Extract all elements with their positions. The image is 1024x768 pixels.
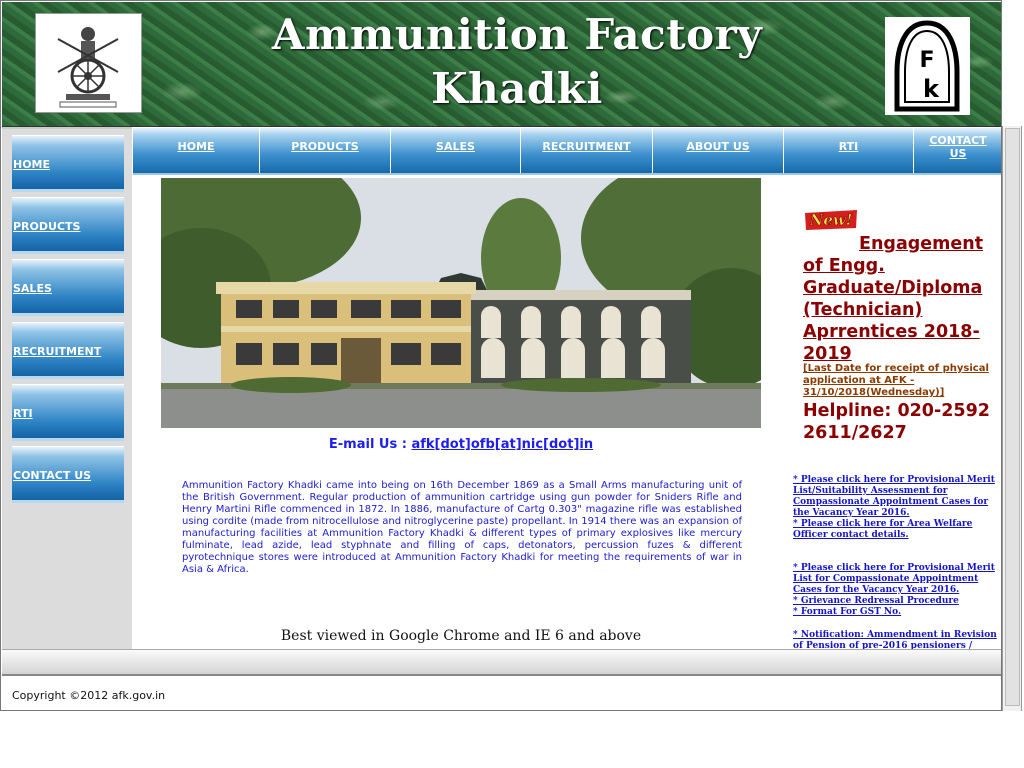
email-line: E-mail Us : afk[dot]ofb[at]nic[dot]in [161, 437, 761, 452]
notice-list: * Please click here for Provisional Meri… [793, 475, 1001, 663]
sidebar-item-rti[interactable]: RTI [12, 384, 124, 441]
sidebar-item-products[interactable]: PRODUCTS [12, 197, 124, 254]
last-date-link[interactable]: [Last Date for receipt of physical appli… [803, 363, 989, 398]
sidebar-item-label[interactable]: SALES [13, 282, 52, 295]
new-badge-icon: New! [803, 209, 859, 231]
svg-text:F: F [919, 48, 934, 73]
tab-products[interactable]: PRODUCTS [260, 128, 391, 173]
tab-sales[interactable]: SALES [391, 128, 521, 173]
sidebar-item-label[interactable]: RECRUITMENT [13, 345, 101, 358]
main-content: E-mail Us : afk[dot]ofb[at]nic[dot]in Am… [133, 175, 1001, 662]
tab-rti[interactable]: RTI [784, 128, 914, 173]
afk-logo-icon: F k [885, 17, 970, 115]
best-viewed-note: Best viewed in Google Chrome and IE 6 an… [280, 628, 642, 644]
scrollbar-thumb[interactable] [1005, 128, 1020, 706]
new-badge-label: New! [809, 211, 853, 229]
apprentice-link[interactable]: Engagement of Engg. Graduate/Diploma (Te… [803, 234, 983, 364]
state-emblem-icon [35, 13, 142, 113]
vertical-scrollbar[interactable] [1002, 126, 1022, 711]
site-title-line2: Khadki [431, 64, 603, 113]
sidebar: HOME PRODUCTS SALES RECRUITMENT RTI CONT… [2, 127, 132, 651]
site-title-line1: Ammunition Factory [271, 10, 763, 59]
sidebar-item-label[interactable]: HOME [13, 158, 50, 171]
helpline: Helpline: 020-2592 2611/2627 [803, 401, 990, 443]
tab-home[interactable]: HOME [133, 128, 260, 173]
svg-text:k: k [923, 75, 940, 103]
email-label: E-mail Us : [328, 437, 412, 452]
site-title: Ammunition Factory Khadki [242, 8, 792, 116]
tab-label[interactable]: ABOUT US [653, 140, 783, 153]
notice-link[interactable]: * Please click here for Area Welfare Off… [793, 519, 1001, 541]
tab-contact-us[interactable]: CONTACT US [914, 128, 1001, 173]
tab-label[interactable]: PRODUCTS [260, 140, 390, 153]
tab-label[interactable]: RTI [784, 140, 913, 153]
tab-recruitment[interactable]: RECRUITMENT [521, 128, 653, 173]
sidebar-item-home[interactable]: HOME [12, 135, 124, 192]
about-text: Ammunition Factory Khadki came into bein… [182, 480, 742, 575]
sidebar-item-recruitment[interactable]: RECRUITMENT [12, 322, 124, 379]
tab-label[interactable]: CONTACT US [914, 134, 1001, 160]
email-link[interactable]: afk[dot]ofb[at]nic[dot]in [411, 437, 593, 452]
page-frame: Ammunition Factory Khadki F k HOME PRODU… [0, 0, 1002, 711]
sidebar-item-label[interactable]: PRODUCTS [13, 220, 80, 233]
tab-about-us[interactable]: ABOUT US [653, 128, 784, 173]
notice-link[interactable]: * Format For GST No. [793, 607, 1001, 618]
tab-label[interactable]: RECRUITMENT [521, 140, 652, 153]
sidebar-item-sales[interactable]: SALES [12, 259, 124, 316]
notice-link[interactable]: * Please click here for Provisional Meri… [793, 563, 1001, 596]
divider [1021, 126, 1022, 711]
sidebar-item-label[interactable]: RTI [13, 407, 33, 420]
tab-label[interactable]: SALES [391, 140, 520, 153]
footer-bar [2, 649, 1001, 676]
top-navigation: HOME PRODUCTS SALES RECRUITMENT ABOUT US… [133, 128, 1001, 175]
sidebar-item-label[interactable]: CONTACT US [13, 469, 91, 482]
copyright-text: Copyright ©2012 afk.gov.in [12, 689, 166, 702]
factory-building-photo [161, 178, 761, 428]
announcement-title: Engagement of Engg. Graduate/Diploma (Te… [803, 233, 998, 365]
tab-label[interactable]: HOME [133, 140, 259, 153]
site-header: Ammunition Factory Khadki F k [2, 2, 1001, 127]
notice-link[interactable]: * Grievance Redressal Procedure [793, 596, 1001, 607]
announcement-last-date: [Last Date for receipt of physical appli… [803, 363, 998, 399]
sidebar-item-contact-us[interactable]: CONTACT US [12, 446, 124, 503]
notice-link[interactable]: * Please click here for Provisional Meri… [793, 475, 1001, 519]
